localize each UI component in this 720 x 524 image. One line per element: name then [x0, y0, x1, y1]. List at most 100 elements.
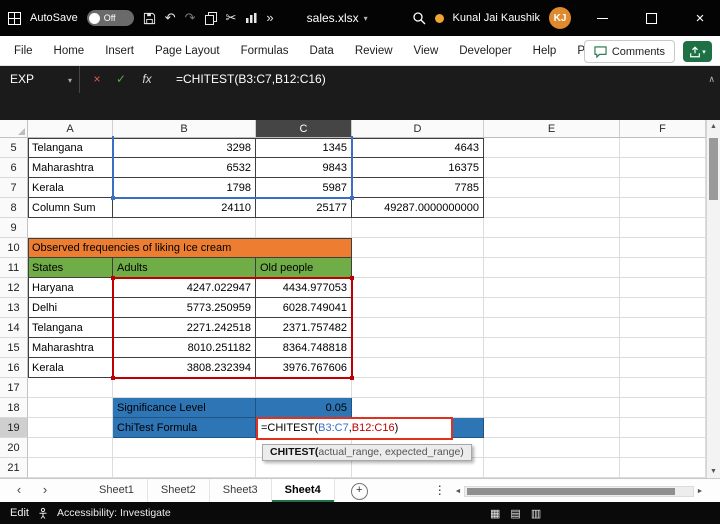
column-header-b[interactable]: B	[113, 120, 256, 138]
collapse-formula-bar-icon[interactable]: ∧	[708, 66, 715, 93]
row-header-5[interactable]: 5	[0, 138, 28, 158]
normal-view-icon[interactable]: ▦	[490, 507, 500, 520]
scroll-up-icon[interactable]: ▲	[707, 123, 720, 130]
enter-icon[interactable]: ✓	[110, 66, 132, 93]
accessibility-icon[interactable]	[37, 507, 49, 519]
avatar[interactable]: KJ	[549, 7, 571, 29]
sheet-tab-sheet4[interactable]: Sheet4	[272, 479, 335, 502]
ribbon-tab-help[interactable]: Help	[533, 45, 557, 57]
insert-function-icon[interactable]: fx	[136, 66, 158, 93]
scroll-right-icon[interactable]: ►	[694, 488, 706, 495]
cell-C15[interactable]: 8364.748818	[256, 338, 352, 358]
cell-C6[interactable]: 9843	[256, 158, 352, 178]
column-header-d[interactable]: D	[352, 120, 484, 138]
page-break-view-icon[interactable]: ▥	[531, 507, 541, 520]
row-header-13[interactable]: 13	[0, 298, 28, 318]
cell-B6[interactable]: 6532	[113, 158, 256, 178]
ribbon-tab-view[interactable]: View	[414, 45, 439, 57]
row-header-6[interactable]: 6	[0, 158, 28, 178]
qat-more-icon[interactable]: »	[266, 0, 273, 36]
ribbon-tab-developer[interactable]: Developer	[459, 45, 511, 57]
scroll-left-icon[interactable]: ◄	[452, 488, 464, 495]
share-button[interactable]: ▾	[683, 41, 712, 62]
close-button[interactable]: ×	[680, 0, 720, 36]
cell-B11[interactable]: Adults	[113, 258, 256, 278]
column-header-c[interactable]: C	[256, 120, 352, 138]
cell-A8[interactable]: Column Sum	[28, 198, 113, 218]
column-header-f[interactable]: F	[620, 120, 706, 138]
scroll-down-icon[interactable]: ▼	[707, 468, 720, 475]
cell-D6[interactable]: 16375	[352, 158, 484, 178]
row-header-18[interactable]: 18	[0, 398, 28, 418]
row-header-15[interactable]: 15	[0, 338, 28, 358]
maximize-button[interactable]	[631, 0, 671, 36]
cell-A15[interactable]: Maharashtra	[28, 338, 113, 358]
minimize-button[interactable]	[582, 0, 622, 36]
cell-B19[interactable]: ChiTest Formula	[113, 418, 256, 438]
cut-icon[interactable]: ✂	[226, 0, 237, 36]
cell-D5[interactable]: 4643	[352, 138, 484, 158]
cell-B18[interactable]: Significance Level	[113, 398, 256, 418]
horizontal-scrollbar[interactable]: ◄ ►	[452, 484, 706, 498]
cancel-icon[interactable]: ×	[86, 66, 108, 93]
sheet-nav-left-icon[interactable]: ‹	[6, 479, 32, 502]
vertical-scrollbar[interactable]: ▲ ▼	[706, 120, 720, 478]
vertical-scroll-thumb[interactable]	[709, 138, 718, 200]
sheet-tab-sheet3[interactable]: Sheet3	[210, 479, 272, 502]
row-header-12[interactable]: 12	[0, 278, 28, 298]
chart-icon[interactable]	[245, 12, 257, 24]
cell-A11[interactable]: States	[28, 258, 113, 278]
cell-C8[interactable]: 25177	[256, 198, 352, 218]
ribbon-tab-insert[interactable]: Insert	[105, 45, 134, 57]
ribbon-tab-file[interactable]: File	[14, 45, 33, 57]
row-header-17[interactable]: 17	[0, 378, 28, 398]
cell-C14[interactable]: 2371.757482	[256, 318, 352, 338]
cell-C18[interactable]: 0.05	[256, 398, 352, 418]
cell-A14[interactable]: Telangana	[28, 318, 113, 338]
row-header-8[interactable]: 8	[0, 198, 28, 218]
cell-C7[interactable]: 5987	[256, 178, 352, 198]
redo-icon[interactable]: ↷	[185, 0, 196, 36]
page-layout-view-icon[interactable]: ▤	[510, 507, 520, 520]
row-header-21[interactable]: 21	[0, 458, 28, 478]
cell-C5[interactable]: 1345	[256, 138, 352, 158]
cell-B15[interactable]: 8010.251182	[113, 338, 256, 358]
row-header-7[interactable]: 7	[0, 178, 28, 198]
cell-B12[interactable]: 4247.022947	[113, 278, 256, 298]
ribbon-tab-page-layout[interactable]: Page Layout	[155, 45, 220, 57]
ribbon-tab-home[interactable]: Home	[54, 45, 85, 57]
copy-icon[interactable]	[205, 12, 217, 25]
name-box[interactable]: EXP ▾	[0, 66, 80, 93]
user-name[interactable]: Kunal Jai Kaushik	[453, 12, 540, 24]
row-header-11[interactable]: 11	[0, 258, 28, 278]
name-box-dropdown-icon[interactable]: ▾	[68, 67, 72, 94]
document-title-caret-icon[interactable]: ▾	[364, 14, 368, 23]
row-header-20[interactable]: 20	[0, 438, 28, 458]
save-icon[interactable]	[143, 12, 156, 25]
cell-C16[interactable]: 3976.767606	[256, 358, 352, 378]
cell-A12[interactable]: Haryana	[28, 278, 113, 298]
row-header-10[interactable]: 10	[0, 238, 28, 258]
cell-B8[interactable]: 24110	[113, 198, 256, 218]
new-sheet-button[interactable]: +	[351, 483, 368, 500]
row-header-19[interactable]: 19	[0, 418, 28, 438]
cell-B14[interactable]: 2271.242518	[113, 318, 256, 338]
active-cell-editor[interactable]: =CHITEST(B3:C7,B12:C16)	[256, 417, 453, 440]
cell-A16[interactable]: Kerala	[28, 358, 113, 378]
search-icon[interactable]	[412, 11, 426, 25]
cell-B13[interactable]: 5773.250959	[113, 298, 256, 318]
formula-input[interactable]: =CHITEST(B3:C7,B12:C16)	[176, 66, 326, 93]
ribbon-tab-formulas[interactable]: Formulas	[241, 45, 289, 57]
cell-A6[interactable]: Maharashtra	[28, 158, 113, 178]
cell-D7[interactable]: 7785	[352, 178, 484, 198]
ribbon-tab-data[interactable]: Data	[310, 45, 334, 57]
sheet-nav-right-icon[interactable]: ›	[32, 479, 58, 502]
cell-B7[interactable]: 1798	[113, 178, 256, 198]
column-header-a[interactable]: A	[28, 120, 113, 138]
cell-A10[interactable]: Observed frequencies of liking Ice cream	[28, 238, 352, 258]
row-header-14[interactable]: 14	[0, 318, 28, 338]
cell-C11[interactable]: Old people	[256, 258, 352, 278]
row-header-16[interactable]: 16	[0, 358, 28, 378]
ribbon-tab-review[interactable]: Review	[355, 45, 393, 57]
cell-B16[interactable]: 3808.232394	[113, 358, 256, 378]
